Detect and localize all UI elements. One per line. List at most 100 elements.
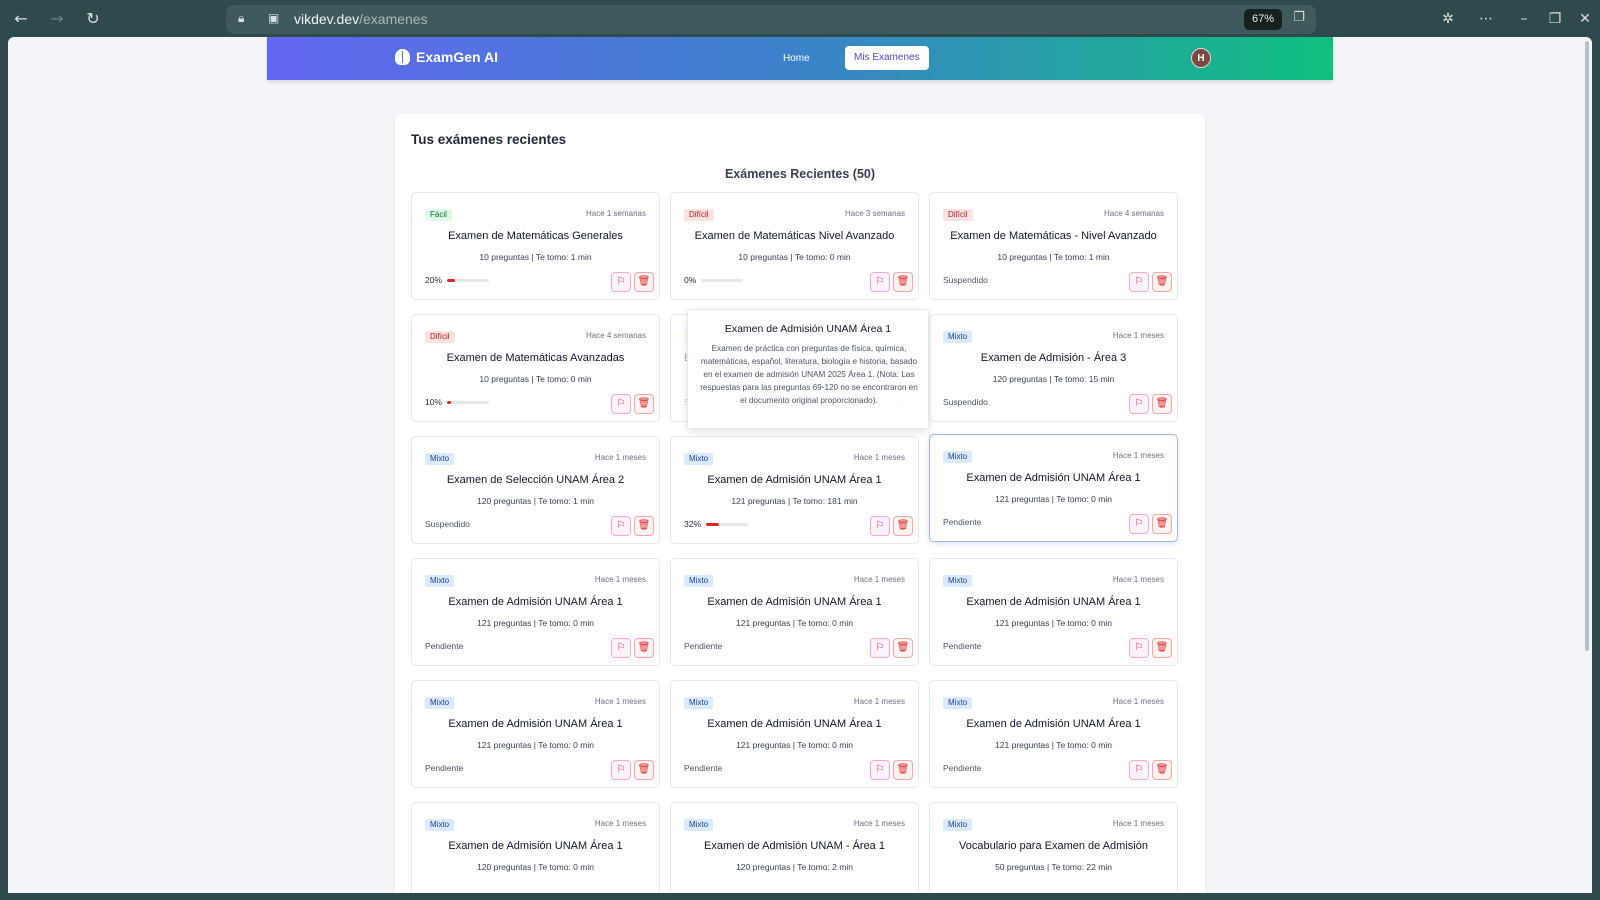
exam-title: Examen de Admisión - Área 3 bbox=[980, 352, 1127, 364]
brand[interactable]: ExamGen AI bbox=[395, 49, 498, 65]
exam-card[interactable]: Mixto Hace 1 meses Examen de Admisión UNAM… bbox=[411, 802, 660, 893]
exam-card[interactable]: Mixto Hace 1 meses Examen de Admisión UNAM… bbox=[929, 434, 1178, 542]
progress-bar-fill bbox=[706, 522, 720, 526]
exam-card[interactable]: Mixto Hace 1 meses Examen de Admisión UNAM… bbox=[929, 680, 1178, 788]
exam-card[interactable]: Mixto Hace 1 meses Examen de Admisión - Ár… bbox=[929, 314, 1178, 422]
exam-progress: 32% bbox=[684, 519, 749, 529]
nav-mis-examenes-link[interactable]: Mis Examenes bbox=[845, 46, 929, 70]
exam-title: Examen de Matemáticas Avanzadas bbox=[446, 352, 625, 364]
card-actions: ⚐🗑︎ bbox=[1129, 514, 1172, 534]
exam-date: Hace 1 meses bbox=[1112, 451, 1164, 460]
trash-icon[interactable]: 🗑︎ bbox=[893, 760, 913, 780]
exam-card[interactable]: Mixto Hace 1 meses Examen de Admisión UNAM… bbox=[411, 680, 660, 788]
trash-icon[interactable]: 🗑︎ bbox=[1152, 760, 1172, 780]
exam-title: Vocabulario para Examen de Admisión bbox=[959, 840, 1148, 852]
trash-icon[interactable]: 🗑︎ bbox=[893, 272, 913, 292]
exam-meta: 10 preguntas | Te tomo: 0 min bbox=[479, 374, 592, 384]
back-icon[interactable]: ← bbox=[10, 8, 32, 30]
exam-card[interactable]: Mixto Hace 1 meses Vocabulario para Examen… bbox=[929, 802, 1178, 893]
flag-icon[interactable]: ⚐ bbox=[1129, 272, 1149, 292]
exam-card[interactable]: Mixto Hace 1 meses Examen de Admisión UNAM… bbox=[929, 558, 1178, 666]
card-actions: ⚐🗑︎ bbox=[611, 638, 654, 658]
trash-icon[interactable]: 🗑︎ bbox=[634, 516, 654, 536]
minimize-icon[interactable]: – bbox=[1513, 8, 1535, 30]
trash-icon[interactable]: 🗑︎ bbox=[1152, 272, 1172, 292]
exam-meta: 10 preguntas | Te tomo: 1 min bbox=[479, 252, 592, 262]
exam-status: Pendiente bbox=[943, 517, 982, 527]
flag-icon[interactable]: ⚐ bbox=[611, 394, 631, 414]
exam-title: Examen de Admisión UNAM Área 1 bbox=[448, 718, 623, 730]
page-viewport: ExamGen AI Home Mis Examenes H Tus exáme… bbox=[8, 37, 1592, 893]
exam-card[interactable]: Mixto Hace 1 meses Examen de Admisión UNAM… bbox=[411, 558, 660, 666]
progress-label: 20% bbox=[425, 275, 443, 285]
exam-card[interactable]: Mixto Hace 1 meses Examen de Admisión UNAM… bbox=[670, 436, 919, 544]
trash-icon[interactable]: 🗑︎ bbox=[893, 638, 913, 658]
trash-icon[interactable]: 🗑︎ bbox=[1152, 394, 1172, 414]
forward-icon[interactable]: → bbox=[46, 8, 68, 30]
flag-icon[interactable]: ⚐ bbox=[611, 760, 631, 780]
flag-icon[interactable]: ⚐ bbox=[870, 516, 890, 536]
exam-title: Examen de Admisión UNAM Área 1 bbox=[707, 474, 882, 486]
trash-icon[interactable]: 🗑︎ bbox=[1152, 638, 1172, 658]
difficulty-badge: Mixto bbox=[943, 451, 973, 463]
maximize-icon[interactable]: ❐ bbox=[1544, 8, 1566, 30]
exam-date: Hace 4 semanas bbox=[585, 331, 646, 340]
trash-icon[interactable]: 🗑︎ bbox=[634, 638, 654, 658]
difficulty-badge: Mixto bbox=[425, 697, 455, 709]
flag-icon[interactable]: ⚐ bbox=[1129, 514, 1149, 534]
exam-status: Pendiente bbox=[943, 763, 982, 773]
exam-card[interactable]: Difícil Hace 4 semanas Examen de Matemátic… bbox=[929, 192, 1178, 300]
zoom-indicator[interactable]: 67% bbox=[1244, 9, 1282, 30]
flag-icon[interactable]: ⚐ bbox=[870, 760, 890, 780]
exam-meta: 121 preguntas | Te tomo: 0 min bbox=[995, 740, 1112, 750]
exam-card[interactable]: Mixto Hace 1 meses Examen de Selección UNA… bbox=[411, 436, 660, 544]
exam-card[interactable]: Mixto Hace 1 meses Examen de Admisión UNAM… bbox=[670, 802, 919, 893]
exam-meta: 121 preguntas | Te tomo: 0 min bbox=[736, 740, 853, 750]
close-icon[interactable]: ✕ bbox=[1574, 8, 1596, 30]
exam-status: Pendiente bbox=[943, 641, 982, 651]
flag-icon[interactable]: ⚐ bbox=[611, 516, 631, 536]
flag-icon[interactable]: ⚐ bbox=[611, 272, 631, 292]
exam-status: Pendiente bbox=[684, 763, 723, 773]
reader-icon[interactable]: ❐ bbox=[1290, 10, 1308, 28]
exam-card[interactable]: Mixto Hace 1 meses Examen de Admisión UNAM… bbox=[670, 558, 919, 666]
difficulty-badge: Mixto bbox=[684, 575, 714, 587]
flag-icon[interactable]: ⚐ bbox=[870, 272, 890, 292]
progress-label: 32% bbox=[684, 519, 702, 529]
trash-icon[interactable]: 🗑︎ bbox=[634, 760, 654, 780]
flag-icon[interactable]: ⚐ bbox=[611, 638, 631, 658]
tooltip-description: Examen de práctica con preguntas de físi… bbox=[700, 344, 918, 405]
address-bar[interactable]: 🔒︎ ▣ vikdev.dev/examenes 67% ❐ bbox=[226, 5, 1316, 34]
site-settings-icon[interactable]: ▣ bbox=[268, 11, 284, 27]
exam-date: Hace 1 meses bbox=[594, 819, 646, 828]
brain-icon bbox=[395, 49, 410, 65]
trash-icon[interactable]: 🗑︎ bbox=[634, 394, 654, 414]
lock-icon[interactable]: 🔒︎ bbox=[238, 11, 254, 27]
exam-card[interactable]: Difícil Hace 4 semanas Examen de Matemátic… bbox=[411, 314, 660, 422]
scrollbar[interactable] bbox=[1585, 41, 1589, 651]
exam-card[interactable]: Mixto Hace 1 meses Examen de Admisión UNAM… bbox=[670, 680, 919, 788]
difficulty-badge: Mixto bbox=[425, 453, 455, 465]
trash-icon[interactable]: 🗑︎ bbox=[1152, 514, 1172, 534]
trash-icon[interactable]: 🗑︎ bbox=[893, 516, 913, 536]
flag-icon[interactable]: ⚐ bbox=[870, 638, 890, 658]
exam-card[interactable]: Fácil Hace 1 semanas Examen de Matemáticas… bbox=[411, 192, 660, 300]
progress-bar-fill bbox=[447, 400, 452, 404]
menu-icon[interactable]: ⋯ bbox=[1475, 8, 1497, 30]
card-actions: ⚐🗑︎ bbox=[611, 516, 654, 536]
reload-icon[interactable]: ↻ bbox=[82, 8, 104, 30]
card-actions: ⚐🗑︎ bbox=[611, 272, 654, 292]
exam-date: Hace 3 semanas bbox=[844, 209, 905, 218]
exam-date: Hace 1 semanas bbox=[585, 209, 646, 218]
extensions-icon[interactable]: ✲ bbox=[1437, 8, 1459, 30]
nav-home-link[interactable]: Home bbox=[773, 47, 820, 71]
difficulty-badge: Mixto bbox=[684, 697, 714, 709]
flag-icon[interactable]: ⚐ bbox=[1129, 394, 1149, 414]
flag-icon[interactable]: ⚐ bbox=[1129, 638, 1149, 658]
avatar[interactable]: H bbox=[1191, 48, 1211, 68]
url-text[interactable]: vikdev.dev/examenes bbox=[294, 11, 428, 27]
exam-date: Hace 1 meses bbox=[853, 453, 905, 462]
flag-icon[interactable]: ⚐ bbox=[1129, 760, 1149, 780]
exam-card[interactable]: Difícil Hace 3 semanas Examen de Matemátic… bbox=[670, 192, 919, 300]
trash-icon[interactable]: 🗑︎ bbox=[634, 272, 654, 292]
